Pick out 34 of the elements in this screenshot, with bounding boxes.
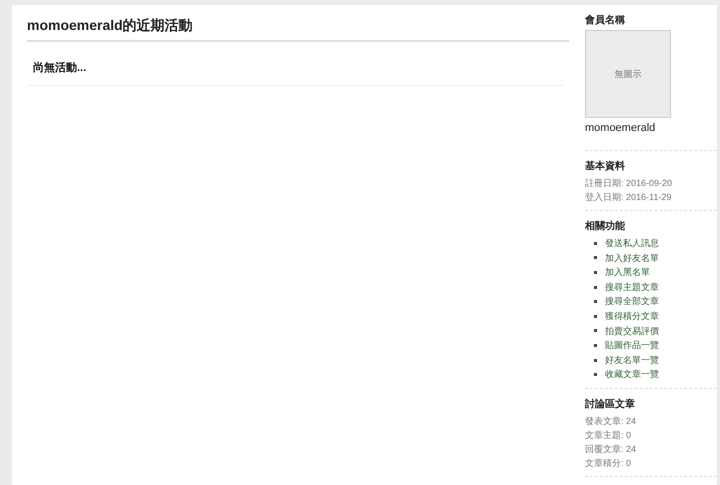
bullet-icon [594,314,597,318]
bullet-icon [594,270,597,274]
stat-line: 回覆文章: 24 [585,442,638,456]
section-heading: 討論區文章 [585,397,636,411]
section-heading: 基本資料 [585,160,626,173]
function-link[interactable]: 加入黑名單 [605,265,650,280]
function-link[interactable]: 收藏文章一覽 [605,367,659,382]
empty-message: 尚無活動... [27,60,563,86]
function-link[interactable]: 獲得積分文章 [605,308,659,324]
section-heading: 相關功能 [585,220,626,233]
stat-line: 發表文章: 24 [585,414,638,428]
bullet-icon [594,286,597,289]
function-link[interactable]: 好友名單一覽 [605,352,659,368]
info-line: 登入日期: 2016-11-29 [585,191,672,204]
function-link[interactable]: 拍賣交易評價 [605,324,659,338]
username: momoemerald [585,122,656,134]
bullet-icon [594,300,597,304]
section-heading: 會員名稱 [585,14,626,27]
bullet-icon [594,242,597,245]
bullet-icon [594,329,597,332]
stat-line: 文章積分: 0 [585,456,632,470]
function-link[interactable]: 搜尋主題文章 [605,280,659,294]
page-title: momoemerald的近期活動 [27,17,569,42]
stat-line: 文章主題: 0 [585,428,632,442]
function-link[interactable]: 搜尋全部文章 [605,294,659,309]
info-line: 註冊日期: 2016-09-20 [585,177,674,190]
bullet-icon [594,344,597,347]
no-image-text: 無圖示 [614,68,642,80]
function-link[interactable]: 貼圖作品一覽 [605,338,659,353]
bullet-icon [594,373,597,376]
bullet-icon [594,358,597,362]
bullet-icon [594,256,597,260]
function-link[interactable]: 加入好友名單 [605,250,659,266]
function-link[interactable]: 發送私人訊息 [605,236,659,251]
